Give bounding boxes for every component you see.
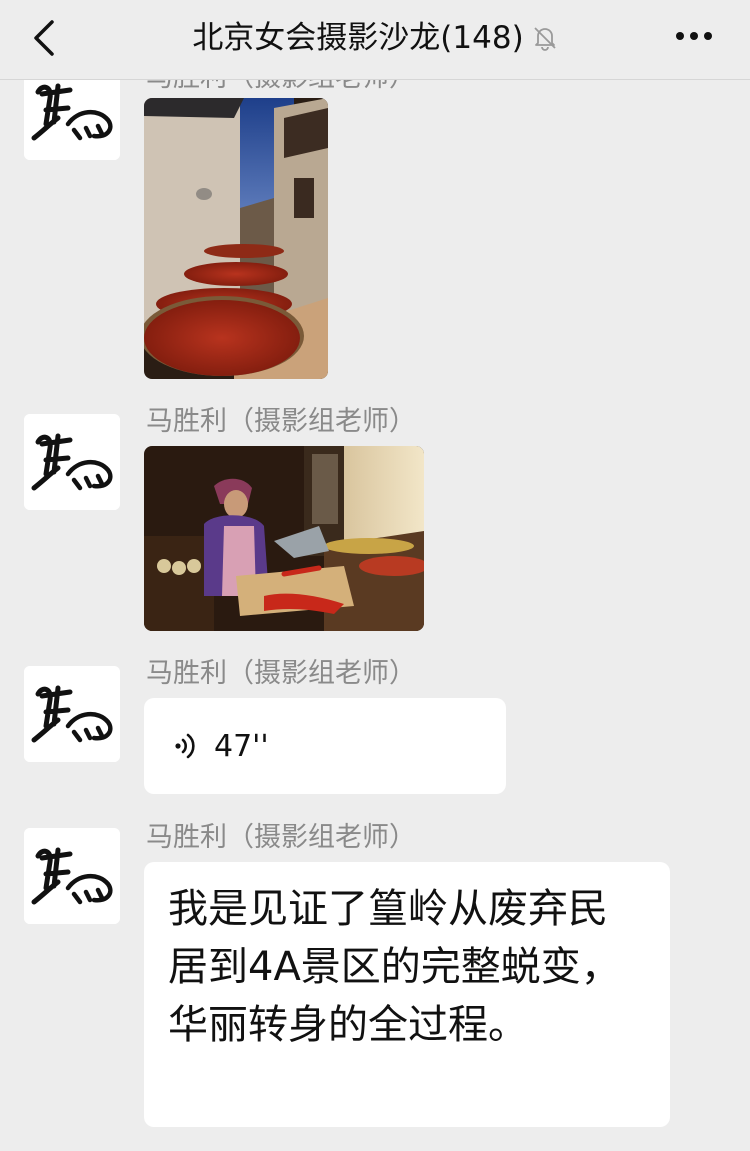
ellipsis-icon[interactable] [674,24,714,48]
calligraphy-avatar-icon [24,828,120,924]
voice-message-bubble[interactable]: 47'' [144,698,506,794]
text-message-bubble[interactable]: 我是见证了篁岭从废弃民居到4A景区的完整蜕变，华丽转身的全过程。 [144,862,670,1127]
chat-title-area: 北京女会摄影沙龙(148) [0,18,750,58]
avatar[interactable] [24,414,120,510]
chat-header: 北京女会摄影沙龙(148) [0,0,750,80]
photo-woman-cutting-chilies-icon [144,446,424,631]
voice-message: 47'' [144,698,506,794]
photo-drying-chilies-icon [144,98,328,379]
calligraphy-avatar-icon [24,414,120,510]
calligraphy-avatar-icon [24,666,120,762]
sender-name: 马胜利（摄影组老师） [146,822,416,853]
chat-photo[interactable] [144,98,328,379]
avatar[interactable] [24,666,120,762]
bell-slash-icon [534,27,556,51]
sender-name: 马胜利（摄影组老师） [146,658,416,689]
voice-duration: 47'' [214,728,269,764]
avatar[interactable] [24,828,120,924]
voice-wave-icon [175,733,195,759]
sender-name: 马胜利（摄影组老师） [146,406,416,437]
chat-photo[interactable] [144,446,424,631]
message-text: 我是见证了篁岭从废弃民居到4A景区的完整蜕变，华丽转身的全过程。 [168,886,621,1048]
group-title: 北京女会摄影沙龙(148) [192,20,524,56]
